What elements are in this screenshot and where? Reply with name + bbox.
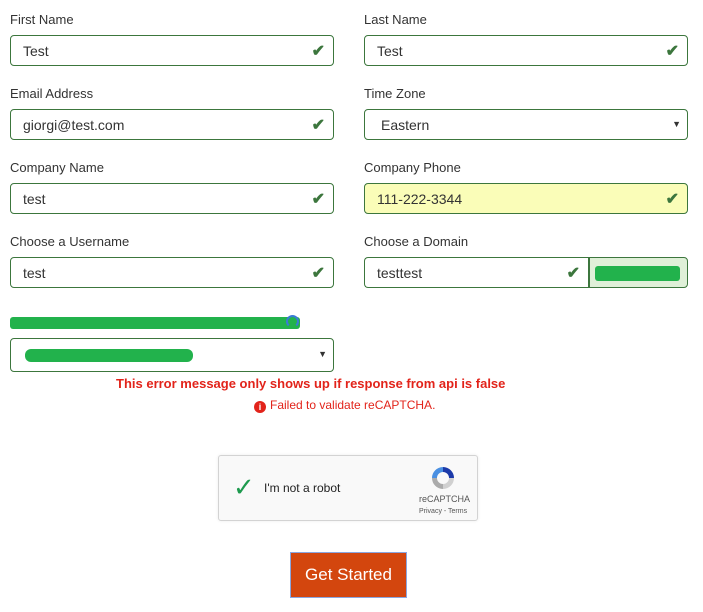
domain-input[interactable]: testtest ✔: [364, 257, 590, 288]
recaptcha-error-text: Failed to validate reCAPTCHA.: [270, 398, 436, 412]
last-name-input[interactable]: Test ✔: [364, 35, 688, 66]
email-input[interactable]: giorgi@test.com ✔: [10, 109, 334, 140]
domain-suffix-addon: [588, 257, 688, 288]
check-icon: ✔: [311, 265, 325, 282]
check-icon: ✔: [311, 43, 325, 60]
domain-value: testtest: [377, 265, 423, 281]
time-zone-select[interactable]: Eastern ▼: [364, 109, 688, 140]
username-input[interactable]: test ✔: [10, 257, 334, 288]
first-name-label: First Name: [10, 12, 74, 27]
domain-label: Choose a Domain: [364, 234, 469, 249]
checkmark-icon[interactable]: ✓: [233, 472, 255, 503]
check-icon: ✔: [665, 43, 679, 60]
last-name-label: Last Name: [364, 12, 427, 27]
get-started-button[interactable]: Get Started: [290, 552, 407, 598]
redacted-select-value: [25, 349, 193, 362]
redacted-domain-suffix: [595, 266, 680, 281]
check-icon: ✔: [311, 191, 325, 208]
company-name-value: test: [23, 191, 46, 207]
check-icon: ✔: [665, 191, 679, 208]
company-name-label: Company Name: [10, 160, 104, 175]
company-name-input[interactable]: test ✔: [10, 183, 334, 214]
help-icon[interactable]: [286, 315, 299, 328]
username-label: Choose a Username: [10, 234, 130, 249]
email-value: giorgi@test.com: [23, 117, 125, 133]
time-zone-label: Time Zone: [364, 86, 426, 101]
username-value: test: [23, 265, 46, 281]
first-name-value: Test: [23, 43, 49, 59]
captcha-brand: reCAPTCHA: [419, 494, 471, 504]
redacted-select[interactable]: ▼: [10, 338, 334, 372]
api-error-message: This error message only shows up if resp…: [116, 376, 506, 391]
captcha-links[interactable]: Privacy - Terms: [419, 508, 467, 515]
recaptcha-logo-icon: [432, 467, 454, 489]
company-phone-value: 111-222-3344: [377, 191, 463, 207]
time-zone-value: Eastern: [381, 117, 430, 133]
last-name-value: Test: [377, 43, 403, 59]
recaptcha-widget[interactable]: ✓ I'm not a robot reCAPTCHA Privacy - Te…: [218, 455, 478, 521]
caret-down-icon: ▼: [318, 349, 327, 359]
info-icon: i: [254, 401, 266, 413]
first-name-input[interactable]: Test ✔: [10, 35, 334, 66]
redacted-label: [10, 317, 300, 329]
company-phone-label: Company Phone: [364, 160, 461, 175]
captcha-label: I'm not a robot: [264, 481, 341, 495]
check-icon: ✔: [311, 117, 325, 134]
check-icon: ✔: [566, 265, 580, 282]
email-label: Email Address: [10, 86, 94, 101]
company-phone-input[interactable]: 111-222-3344 ✔: [364, 183, 688, 214]
recaptcha-error: i Failed to validate reCAPTCHA.: [254, 398, 435, 413]
caret-down-icon: ▼: [672, 119, 681, 129]
